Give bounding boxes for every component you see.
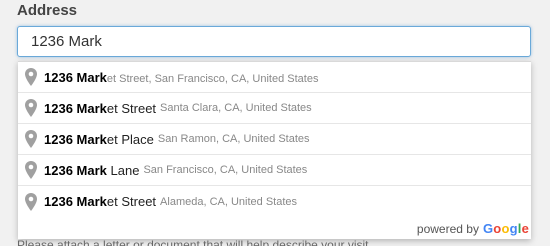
- suggestion-main-text: 1236 Mark Lane: [44, 162, 140, 178]
- suggestion-main-text: 1236 Market Street, San Francisco, CA, U…: [44, 69, 319, 85]
- map-pin-icon: [25, 130, 37, 148]
- suggestion-item-1[interactable]: 1236 Market Street, San Francisco, CA, U…: [18, 62, 531, 93]
- suggestion-main-text: 1236 Market Place: [44, 131, 154, 147]
- suggestion-secondary-text: San Ramon, CA, United States: [157, 133, 310, 145]
- suggestion-item-5[interactable]: 1236 Market Street Alameda, CA, United S…: [18, 186, 531, 217]
- suggestion-secondary-text: San Francisco, CA, United States: [143, 164, 308, 176]
- suggestion-item-4[interactable]: 1236 Mark Lane San Francisco, CA, United…: [18, 155, 531, 186]
- powered-by-google: powered by Google: [417, 221, 529, 236]
- suggestion-item-2[interactable]: 1236 Market Street Santa Clara, CA, Unit…: [18, 93, 531, 124]
- hint-text: Please attach a letter or document that …: [17, 238, 369, 246]
- address-input[interactable]: 1236 Mark: [17, 26, 531, 57]
- powered-by-text: powered by: [416, 222, 479, 236]
- suggestion-main-text: 1236 Market Street: [44, 100, 157, 116]
- suggestion-secondary-text: Alameda, CA, United States: [160, 195, 298, 208]
- google-logo: Google: [482, 221, 529, 236]
- address-label: Address: [17, 2, 78, 19]
- suggestion-item-3[interactable]: 1236 Market Place San Ramon, CA, United …: [18, 124, 531, 155]
- map-pin-icon: [25, 161, 37, 179]
- map-pin-icon: [25, 99, 37, 117]
- autocomplete-dropdown: 1236 Market Street, San Francisco, CA, U…: [18, 61, 531, 239]
- map-pin-icon: [25, 68, 37, 86]
- suggestion-secondary-text: Santa Clara, CA, United States: [160, 102, 312, 114]
- suggestion-main-text: 1236 Market Street: [44, 194, 157, 209]
- map-pin-icon: [25, 192, 37, 211]
